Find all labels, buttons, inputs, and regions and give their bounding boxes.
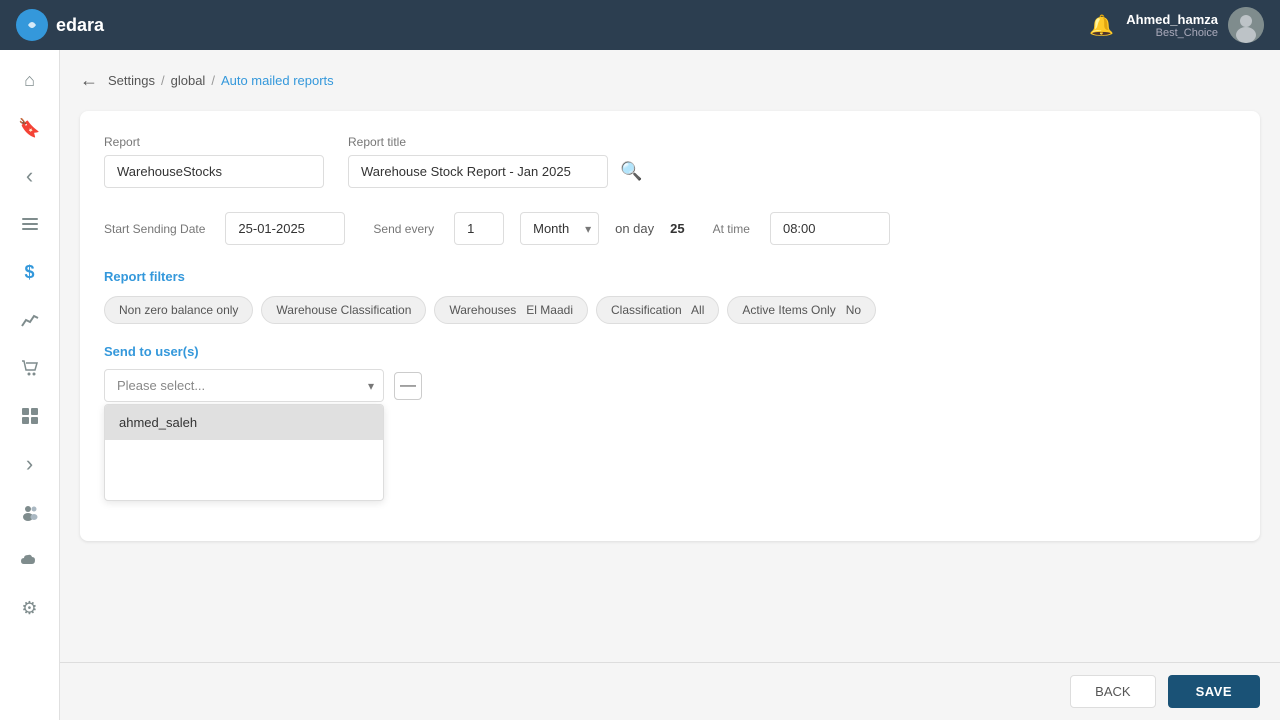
on-day-value: 25 <box>670 221 684 236</box>
report-title-input[interactable] <box>348 155 608 188</box>
back-button[interactable]: BACK <box>1070 675 1155 708</box>
nav-collapse-icon[interactable]: ‹ <box>10 156 50 196</box>
filters-section: Report filters Non zero balance only War… <box>104 269 1236 324</box>
period-select[interactable]: Month Day Week Year <box>520 212 599 245</box>
schedule-row: Start Sending Date Send every Month Day … <box>104 212 1236 245</box>
nav-home-icon[interactable]: ⌂ <box>10 60 50 100</box>
start-date-input[interactable] <box>225 212 345 245</box>
footer: BACK SAVE <box>60 662 1280 720</box>
filters-tags: Non zero balance only Warehouse Classifi… <box>104 296 1236 324</box>
report-title-label: Report title <box>348 135 646 149</box>
user-profile[interactable]: Ahmed_hamza Best_Choice <box>1126 7 1264 43</box>
breadcrumb: ← Settings / global / Auto mailed report… <box>80 70 1260 91</box>
main-card: Report Report title 🔍 <box>80 111 1260 541</box>
avatar <box>1228 7 1264 43</box>
minus-button[interactable]: — <box>394 372 422 400</box>
nav-cloud-icon[interactable] <box>10 540 50 580</box>
nav-cart-icon[interactable] <box>10 348 50 388</box>
user-name: Ahmed_hamza <box>1126 12 1218 27</box>
breadcrumb-sep1: / <box>161 73 165 88</box>
send-row: Please select... ahmed_saleh ▾ — <box>104 369 1236 402</box>
report-title-input-group: 🔍 <box>348 155 646 188</box>
user-dropdown-list: ahmed_saleh <box>104 404 384 501</box>
report-label: Report <box>104 135 324 149</box>
nav-people-icon[interactable] <box>10 492 50 532</box>
at-time-label: At time <box>713 222 750 236</box>
filter-tag-warehouses[interactable]: Warehouses El Maadi <box>434 296 588 324</box>
breadcrumb-global[interactable]: global <box>171 73 206 88</box>
dropdown-item-ahmed-saleh[interactable]: ahmed_saleh <box>105 405 383 440</box>
left-nav: ⌂ 🔖 ‹ $ › ⚙ <box>0 50 60 720</box>
nav-grid-icon[interactable] <box>10 396 50 436</box>
filter-tag-active-items[interactable]: Active Items Only No <box>727 296 876 324</box>
nav-dollar-icon[interactable]: $ <box>10 252 50 292</box>
save-button[interactable]: SAVE <box>1168 675 1260 708</box>
logo-icon <box>16 9 48 41</box>
page-content: ← Settings / global / Auto mailed report… <box>60 50 1280 662</box>
filter-tag-warehouse-class[interactable]: Warehouse Classification <box>261 296 426 324</box>
report-group: Report <box>104 135 324 188</box>
period-select-wrapper: Month Day Week Year <box>520 212 599 245</box>
nav-bookmark-icon[interactable]: 🔖 <box>10 108 50 148</box>
nav-settings-icon[interactable]: ⚙ <box>10 588 50 628</box>
filter-tag-classification[interactable]: Classification All <box>596 296 719 324</box>
user-select[interactable]: Please select... ahmed_saleh <box>104 369 384 402</box>
logo[interactable]: edara <box>16 9 104 41</box>
notification-icon[interactable]: 🔔 <box>1089 13 1114 38</box>
user-company: Best_Choice <box>1126 27 1218 39</box>
filter-tag-nonzero[interactable]: Non zero balance only <box>104 296 253 324</box>
breadcrumb-back-icon[interactable]: ← <box>80 70 98 91</box>
on-day-label: on day <box>615 221 654 236</box>
send-to-users-section: Send to user(s) Please select... ahmed_s… <box>104 344 1236 501</box>
user-select-wrapper: Please select... ahmed_saleh ▾ <box>104 369 384 402</box>
send-every-label: Send every <box>373 222 434 236</box>
nav-chart-icon[interactable] <box>10 300 50 340</box>
nav-expand-icon[interactable]: › <box>10 444 50 484</box>
at-time-input[interactable] <box>770 212 890 245</box>
send-title: Send to user(s) <box>104 344 1236 359</box>
search-button[interactable]: 🔍 <box>616 157 646 186</box>
report-title-group: Report title 🔍 <box>348 135 646 188</box>
logo-text: edara <box>56 15 104 36</box>
report-title-row: Report Report title 🔍 <box>104 135 1236 188</box>
breadcrumb-settings[interactable]: Settings <box>108 73 155 88</box>
report-input[interactable] <box>104 155 324 188</box>
nav-list-icon[interactable] <box>10 204 50 244</box>
start-date-label: Start Sending Date <box>104 222 205 236</box>
topbar-icons: 🔔 Ahmed_hamza Best_Choice <box>1089 7 1264 43</box>
send-every-num-input[interactable] <box>454 212 504 245</box>
filters-title: Report filters <box>104 269 1236 284</box>
breadcrumb-sep2: / <box>211 73 215 88</box>
breadcrumb-current: Auto mailed reports <box>221 73 334 88</box>
user-info: Ahmed_hamza Best_Choice <box>1126 12 1218 39</box>
topbar: edara 🔔 Ahmed_hamza Best_Choice <box>0 0 1280 50</box>
